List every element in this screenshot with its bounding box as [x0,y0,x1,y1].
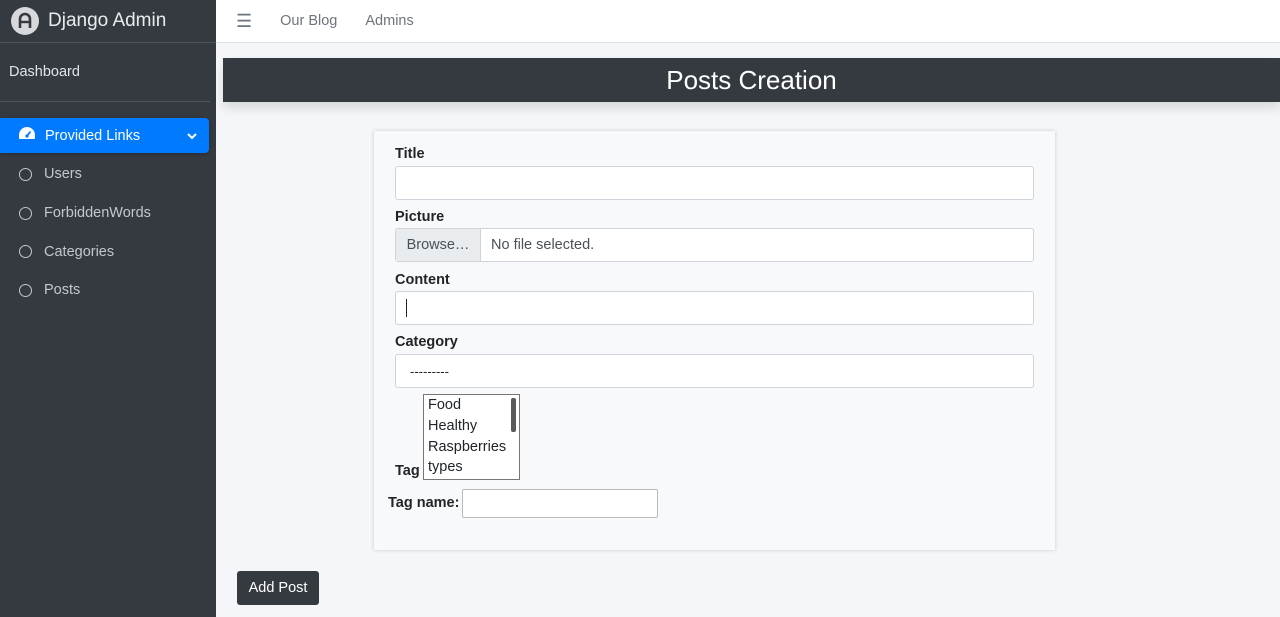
category-label: Category [395,334,458,350]
listbox-scrollbar[interactable] [511,398,516,432]
picture-file-input[interactable]: Browse… No file selected. [395,228,1034,262]
sidebar: Django Admin Dashboard Provided Links Us… [0,0,216,617]
top-navbar: ☰ Our Blog Admins [216,0,1280,43]
sidebar-item-categories[interactable]: Categories [0,232,216,271]
chevron-down-icon [187,128,197,144]
circle-icon [19,283,32,297]
content-label: Content [395,272,450,288]
sidebar-item-label: Posts [44,282,81,299]
title-input[interactable] [395,166,1034,200]
brand-link[interactable]: Django Admin [0,0,216,43]
sidebar-section-provided-links[interactable]: Provided Links [0,118,209,153]
nav-link-admins[interactable]: Admins [365,13,413,29]
tag-name-input[interactable] [462,489,658,518]
content-input[interactable] [395,291,1034,325]
tag-option[interactable]: Healthy [424,416,519,437]
sidebar-item-dashboard[interactable]: Dashboard [0,43,210,102]
circle-icon [19,167,32,181]
tag-multiselect[interactable]: Food Healthy Raspberries types [423,394,520,480]
sidebar-item-label: ForbiddenWords [44,205,151,222]
hamburger-menu-icon[interactable]: ☰ [236,11,252,32]
sidebar-item-forbiddenwords[interactable]: ForbiddenWords [0,194,216,233]
tag-name-label: Tag name: [388,495,460,511]
sidebar-item-posts[interactable]: Posts [0,271,216,310]
nav-link-our-blog[interactable]: Our Blog [280,13,337,29]
category-select[interactable]: --------- [395,354,1034,388]
sidebar-item-label: Users [44,166,82,183]
sidebar-item-label: Categories [44,243,115,260]
circle-icon [19,245,32,259]
tag-label: Tag [395,463,420,479]
tag-option[interactable]: Raspberries [424,437,519,458]
add-post-button[interactable]: Add Post [237,571,319,605]
tag-option[interactable]: Food [424,395,519,416]
page-title: Posts Creation [223,58,1280,102]
tag-option[interactable]: types [424,457,519,478]
tachometer-icon [18,126,36,146]
sidebar-item-users[interactable]: Users [0,155,216,194]
post-form-card: Title Picture Browse… No file selected. … [374,131,1055,550]
sidebar-section-label: Provided Links [45,127,141,144]
circle-icon [19,206,32,220]
title-label: Title [395,146,425,162]
category-selected-value: --------- [410,363,449,379]
sidebar-nav-list: Users ForbiddenWords Categories Posts [0,155,216,310]
picture-label: Picture [395,209,445,225]
text-cursor [406,299,407,317]
file-status-text: No file selected. [491,237,595,253]
browse-button[interactable]: Browse… [396,229,481,261]
brand-title: Django Admin [48,10,167,31]
brand-logo-icon [11,7,39,35]
